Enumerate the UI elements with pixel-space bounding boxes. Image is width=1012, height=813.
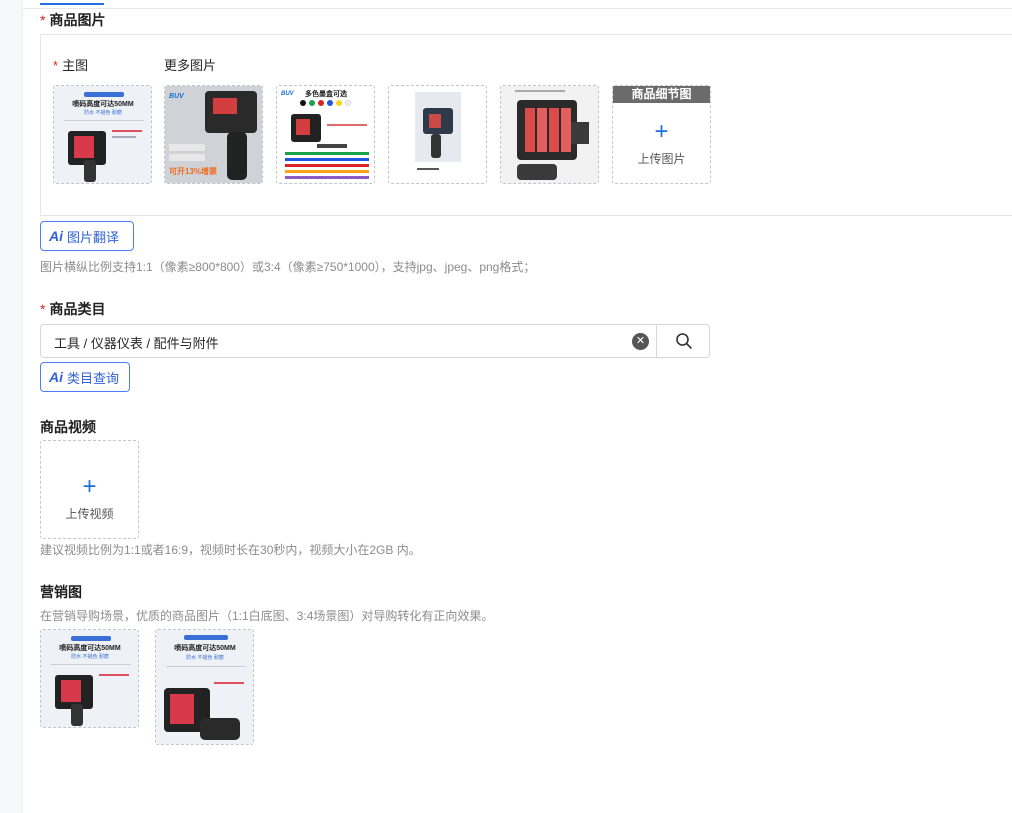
category-search-button[interactable] [656, 325, 710, 357]
images-section-title: * 商品图片 [40, 12, 106, 28]
product-image-thumb[interactable]: BUV 多色墨盒可选 [276, 85, 375, 184]
thumb-headline: 喷码高度可达50MM [174, 643, 236, 652]
active-tab-indicator [40, 3, 104, 5]
ai-image-translate-label: 图片翻译 [67, 229, 120, 245]
top-divider [23, 8, 1012, 9]
upload-detail-image-button[interactable]: 商品细节图 + 上传图片 [612, 85, 711, 184]
product-image-thumb[interactable] [500, 85, 599, 184]
ai-image-translate-button[interactable]: Ai 图片翻译 [40, 221, 134, 251]
product-image-thumb[interactable]: BUV 可开13%增票 [164, 85, 263, 184]
ai-icon: Ai [49, 369, 63, 385]
product-image-thumb[interactable] [388, 85, 487, 184]
ai-icon: Ai [49, 228, 63, 244]
upload-video-button[interactable]: + 上传视频 [40, 440, 139, 539]
marketing-image-thumb[interactable]: 喷码高度可达50MM 防水 不褪色 耐磨 [155, 629, 254, 745]
search-icon [675, 333, 692, 349]
upload-video-label: 上传视频 [65, 507, 114, 521]
category-input[interactable]: 工具 / 仪器仪表 / 配件与附件 ✕ [40, 324, 710, 358]
left-rail [0, 0, 23, 813]
required-mark: * [40, 12, 46, 28]
thumb-sub: BUV [281, 91, 295, 97]
plus-icon: + [654, 118, 669, 145]
ai-category-query-button[interactable]: Ai 类目查询 [40, 362, 130, 392]
marketing-section-title: 营销图 [40, 584, 82, 600]
ai-category-query-label: 类目查询 [67, 370, 120, 386]
thumb-sub: 防水 不褪色 耐磨 [186, 654, 224, 661]
detail-image-tag: 商品细节图 [613, 86, 710, 103]
marketing-image-thumb[interactable]: 喷码高度可达50MM 防水 不褪色 耐磨 [40, 629, 139, 728]
more-images-label: 更多图片 [164, 58, 217, 73]
video-hint: 建议视频比例为1:1或者16:9，视频时长在30秒内，视频大小在2GB 内。 [40, 543, 421, 557]
thumb-headline: BUV [169, 93, 185, 100]
clear-icon[interactable]: ✕ [632, 333, 649, 350]
thumb-headline: 喷码高度可达50MM [59, 643, 121, 652]
upload-image-label: 上传图片 [637, 152, 686, 166]
category-value: 工具 / 仪器仪表 / 配件与附件 [54, 336, 219, 351]
main-image-label: * 主图 [53, 58, 89, 73]
product-image-thumb[interactable]: 喷码高度可达50MM 防水 不褪色 耐磨 [53, 85, 152, 184]
plus-icon: + [82, 473, 97, 500]
video-section-title: 商品视频 [40, 419, 96, 435]
thumb-sub: 可开13%增票 [169, 166, 217, 176]
marketing-hint: 在营销导购场景，优质的商品图片（1:1白底图、3:4场景图）对导购转化有正向效果… [40, 609, 494, 623]
images-hint: 图片横纵比例支持1:1（像素≥800*800）或3:4（像素≥750*1000）… [40, 260, 536, 274]
thumb-sub: 防水 不褪色 耐磨 [84, 109, 122, 116]
thumb-headline: 喷码高度可达50MM [72, 99, 134, 108]
required-mark: * [40, 301, 46, 317]
thumb-sub: 防水 不褪色 耐磨 [71, 653, 109, 660]
category-section-title: * 商品类目 [40, 301, 106, 317]
thumb-headline: 多色墨盒可选 [305, 89, 347, 98]
